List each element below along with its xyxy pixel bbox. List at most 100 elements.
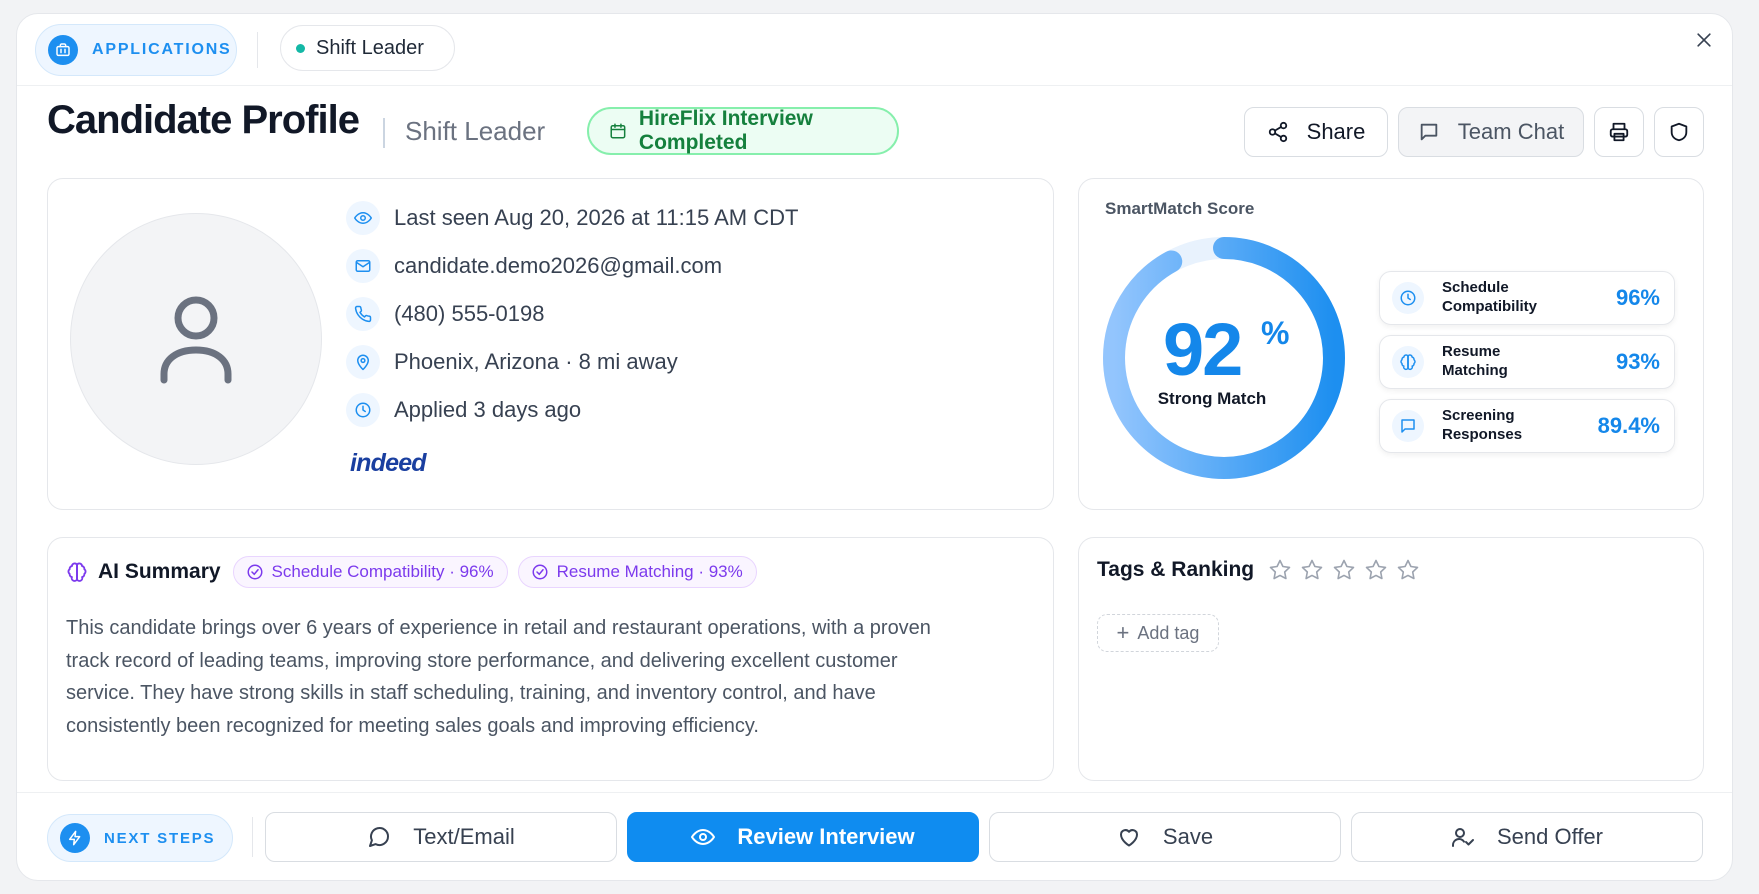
- bottom-action-bar: NEXT STEPS Text/Email Review Interview S…: [17, 792, 1732, 880]
- avatar: [70, 213, 322, 465]
- eye-icon: [346, 201, 380, 235]
- interview-status-badge: HireFlix Interview Completed: [587, 107, 899, 155]
- phone-icon: [346, 297, 380, 331]
- tags-ranking-card: Tags & Ranking + Add tag: [1078, 537, 1704, 781]
- metric-value: 89.4%: [1597, 413, 1660, 438]
- plus-icon: +: [1116, 620, 1130, 645]
- metric-value: 93%: [1615, 349, 1660, 374]
- ai-summary-title: AI Summary: [98, 560, 221, 583]
- printer-icon: [1609, 122, 1629, 142]
- clock-icon: [1392, 282, 1424, 314]
- page-subtitle: Shift Leader: [405, 116, 546, 146]
- metric-schedule-compatibility: Schedule Compatibility 96%: [1379, 271, 1675, 325]
- star-icon[interactable]: [1268, 558, 1292, 582]
- metric-label: Resume Matching: [1442, 343, 1508, 379]
- last-seen-text: Last seen Aug 20, 2026 at 11:15 AM CDT: [394, 205, 799, 230]
- shield-button[interactable]: [1654, 107, 1704, 157]
- chat-icon: [1420, 123, 1438, 141]
- review-interview-button[interactable]: Review Interview: [627, 812, 979, 862]
- location-text: Phoenix, Arizona · 8 mi away: [394, 349, 678, 374]
- heart-icon: [1119, 829, 1138, 847]
- clock-icon: [346, 393, 380, 427]
- briefcase-icon: [48, 35, 78, 65]
- smartmatch-label: SmartMatch Score: [1105, 199, 1255, 218]
- score-value: 92: [1163, 308, 1243, 391]
- tags-header: Tags & Ranking: [1097, 558, 1428, 582]
- phone-row[interactable]: (480) 555-0198: [346, 297, 544, 331]
- top-bar: APPLICATIONS Shift Leader: [17, 14, 1732, 86]
- calendar-icon: [610, 123, 626, 139]
- ai-summary-header: AI Summary Schedule Compatibility · 96% …: [66, 556, 767, 588]
- location-row: Phoenix, Arizona · 8 mi away: [346, 345, 678, 379]
- next-steps-badge: NEXT STEPS: [47, 814, 233, 862]
- applications-label: APPLICATIONS: [92, 41, 232, 58]
- indeed-logo: indeed: [350, 449, 427, 477]
- share-icon: [1268, 121, 1287, 143]
- shield-icon: [1670, 122, 1688, 142]
- metric-label: Screening Responses: [1442, 407, 1523, 443]
- team-chat-button[interactable]: Team Chat: [1398, 107, 1584, 157]
- applications-button[interactable]: APPLICATIONS: [35, 24, 237, 76]
- save-button[interactable]: Save: [989, 812, 1341, 862]
- ai-summary-card: AI Summary Schedule Compatibility · 96% …: [47, 537, 1054, 781]
- divider: [252, 817, 253, 857]
- role-chip[interactable]: Shift Leader: [280, 25, 455, 71]
- mail-icon: [346, 249, 380, 283]
- user-check-icon: [1452, 828, 1474, 847]
- map-pin-icon: [346, 345, 380, 379]
- text-email-label: Text/Email: [413, 824, 515, 849]
- smartmatch-card: SmartMatch Score 92 % Strong Match Sched…: [1078, 178, 1704, 510]
- email-row[interactable]: candidate.demo2026@gmail.com: [346, 249, 722, 283]
- title-divider: [383, 118, 385, 148]
- print-button[interactable]: [1594, 107, 1644, 157]
- save-label: Save: [1162, 824, 1214, 849]
- lightning-icon: [60, 823, 90, 853]
- metric-screening-responses: Screening Responses 89.4%: [1379, 399, 1675, 453]
- star-icon[interactable]: [1332, 558, 1356, 582]
- tags-title: Tags & Ranking: [1097, 558, 1255, 581]
- brain-icon: [1392, 346, 1424, 378]
- status-dot: [296, 43, 305, 53]
- next-steps-label: NEXT STEPS: [104, 829, 216, 847]
- candidate-profile-modal: APPLICATIONS Shift Leader Candidate Prof…: [16, 13, 1733, 881]
- star-icon[interactable]: [1396, 558, 1420, 582]
- send-offer-button[interactable]: Send Offer: [1351, 812, 1703, 862]
- phone-text[interactable]: (480) 555-0198: [394, 301, 544, 327]
- score-percent-sign: %: [1261, 315, 1290, 351]
- share-label: Share: [1306, 119, 1366, 144]
- check-circle-icon: [532, 564, 548, 580]
- eye-icon: [691, 828, 716, 846]
- email-text[interactable]: candidate.demo2026@gmail.com: [394, 253, 722, 279]
- metric-resume-matching: Resume Matching 93%: [1379, 335, 1675, 389]
- close-icon: [1697, 33, 1711, 47]
- review-interview-label: Review Interview: [737, 824, 915, 849]
- message-icon: [1392, 410, 1424, 442]
- chat-icon: [369, 827, 390, 847]
- page-title: Candidate Profile: [47, 98, 360, 142]
- brain-icon: [67, 562, 87, 582]
- add-tag-button[interactable]: + Add tag: [1097, 614, 1219, 652]
- user-icon: [160, 296, 232, 384]
- star-icon[interactable]: [1364, 558, 1388, 582]
- divider: [257, 32, 258, 68]
- send-offer-label: Send Offer: [1497, 824, 1603, 849]
- close-button[interactable]: [1690, 26, 1718, 54]
- check-circle-icon: [247, 564, 263, 580]
- star-icon[interactable]: [1300, 558, 1324, 582]
- summary-chip: Schedule Compatibility · 96%: [232, 556, 508, 588]
- status-label: HireFlix Interview Completed: [638, 107, 813, 154]
- metric-label: Schedule Compatibility: [1442, 279, 1538, 315]
- last-seen-row: Last seen Aug 20, 2026 at 11:15 AM CDT: [346, 201, 798, 235]
- role-label: Shift Leader: [316, 36, 424, 59]
- ai-summary-text: This candidate brings over 6 years of ex…: [66, 617, 931, 737]
- share-button[interactable]: Share: [1244, 107, 1388, 157]
- profile-card: Last seen Aug 20, 2026 at 11:15 AM CDT c…: [47, 178, 1054, 510]
- text-email-button[interactable]: Text/Email: [265, 812, 617, 862]
- team-chat-label: Team Chat: [1457, 119, 1565, 144]
- applied-row: Applied 3 days ago: [346, 393, 581, 427]
- add-tag-label: Add tag: [1137, 622, 1200, 643]
- metric-value: 96%: [1615, 285, 1660, 310]
- score-verdict: Strong Match: [1157, 389, 1267, 408]
- applied-text: Applied 3 days ago: [394, 397, 582, 422]
- summary-chip: Resume Matching · 93%: [517, 556, 757, 588]
